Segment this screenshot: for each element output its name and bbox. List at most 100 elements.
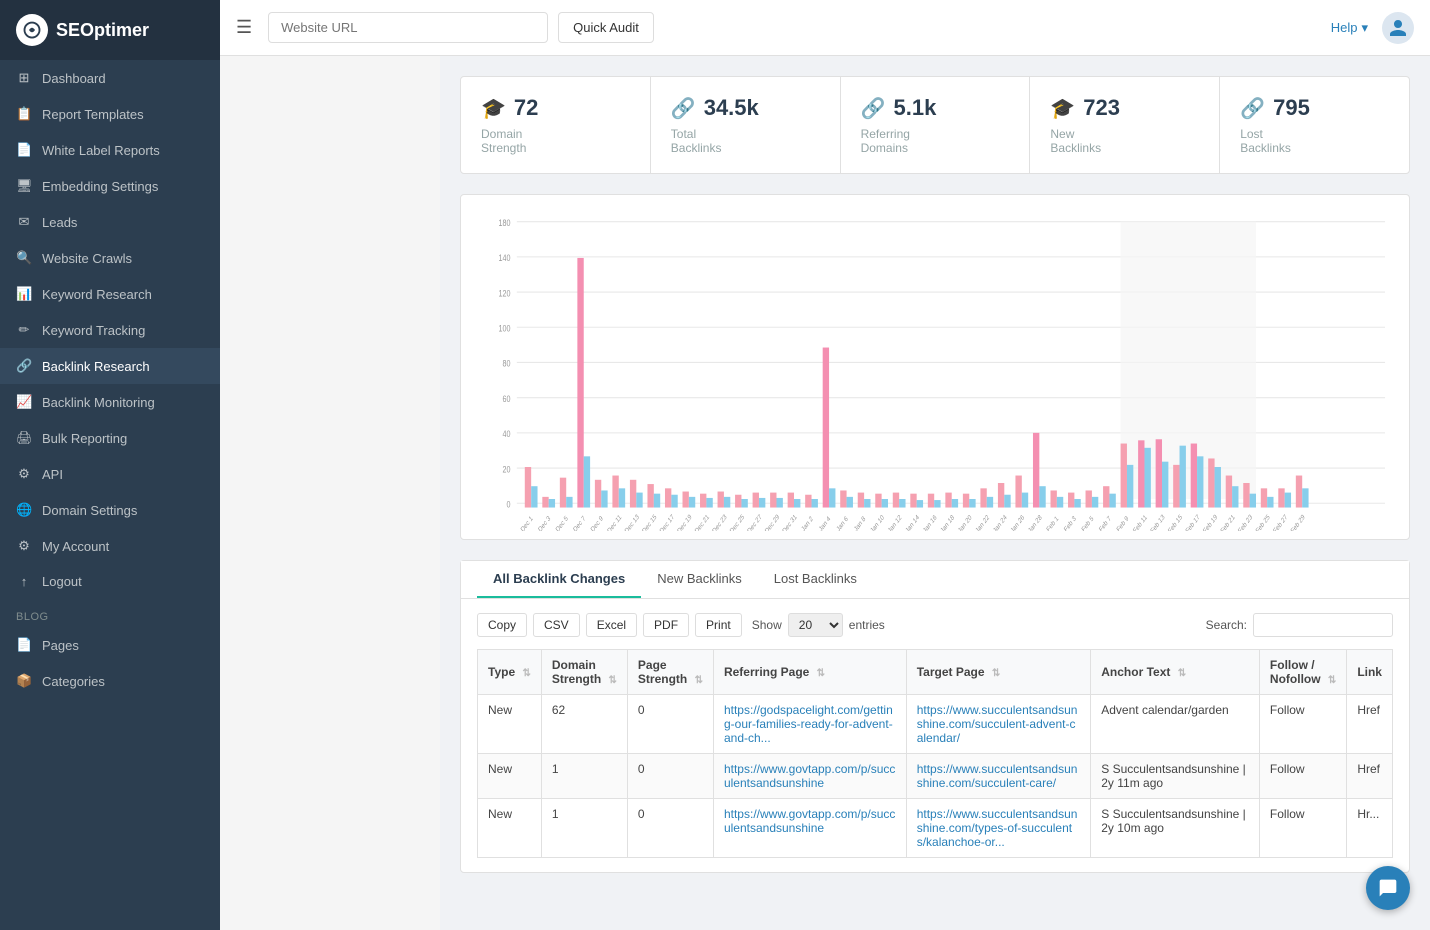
col-follow-nofollow: Follow /Nofollow ⇅ [1259,650,1346,695]
referring-page-link[interactable]: https://www.govtapp.com/p/succulentsands… [724,807,895,835]
svg-text:Dec 31: Dec 31 [782,513,799,531]
quick-audit-button[interactable]: Quick Audit [558,12,654,43]
svg-text:Feb 9: Feb 9 [1116,515,1130,531]
sidebar-item-white-label-reports[interactable]: 📄 White Label Reports [0,132,220,168]
svg-text:40: 40 [502,428,510,439]
tab-new-backlinks[interactable]: New Backlinks [641,561,758,598]
user-avatar[interactable] [1382,12,1414,44]
target-page-link[interactable]: https://www.succulentsandsunshine.com/su… [917,762,1078,790]
svg-text:20: 20 [502,463,510,474]
svg-text:Feb 25: Feb 25 [1255,513,1272,531]
sidebar-item-website-crawls[interactable]: 🔍 Website Crawls [0,240,220,276]
svg-text:Jan 4: Jan 4 [818,515,832,531]
svg-text:Feb 27: Feb 27 [1272,513,1289,531]
blog-section-label: Blog [0,599,220,627]
svg-text:60: 60 [502,393,510,404]
chart-container: 0 20 40 60 80 100 120 140 180 [460,194,1410,540]
sidebar-item-logout[interactable]: ↑ Logout [0,564,220,599]
referring-page-link[interactable]: https://godspacelight.com/getting-our-fa… [724,703,893,745]
csv-button[interactable]: CSV [533,613,580,637]
new-backlinks-label: New Backlinks [1050,127,1199,155]
svg-text:120: 120 [498,287,510,298]
sidebar-item-backlink-research[interactable]: 🔗 Backlink Research [0,348,220,384]
sort-icon[interactable]: ⇅ [522,668,530,679]
svg-text:Jan 28: Jan 28 [1027,513,1043,531]
cell-link: Href [1347,754,1393,799]
tab-all-backlink-changes[interactable]: All Backlink Changes [477,561,641,598]
sidebar-item-keyword-tracking[interactable]: ✏ Keyword Tracking [0,312,220,348]
topbar-right: Help ▾ [1331,12,1414,44]
pdf-button[interactable]: PDF [643,613,689,637]
sidebar-item-label: Domain Settings [42,503,137,518]
col-link: Link [1347,650,1393,695]
svg-text:Feb 21: Feb 21 [1220,513,1237,531]
svg-text:Jan 8: Jan 8 [853,515,867,531]
sidebar-item-label: Pages [42,638,79,653]
stat-lost-backlinks: 🔗 795 Lost Backlinks [1220,77,1409,173]
col-anchor-text: Anchor Text ⇅ [1091,650,1260,695]
sidebar-item-embedding-settings[interactable]: 🖥 Embedding Settings [0,168,220,204]
hamburger-button[interactable]: ☰ [236,17,252,38]
bulk-reporting-icon: 🖨 [16,430,32,446]
logout-icon: ↑ [16,574,32,589]
chat-bubble[interactable] [1366,866,1410,910]
svg-text:80: 80 [502,358,510,369]
svg-text:180: 180 [498,217,510,228]
sidebar-item-keyword-research[interactable]: 📊 Keyword Research [0,276,220,312]
svg-text:Dec 29: Dec 29 [764,513,781,531]
table-controls: Copy CSV Excel PDF Print Show 20 50 100 … [477,613,1393,637]
copy-button[interactable]: Copy [477,613,527,637]
logo-text: SEOptimer [56,20,149,41]
sidebar-item-bulk-reporting[interactable]: 🖨 Bulk Reporting [0,420,220,456]
sidebar-item-leads[interactable]: ✉ Leads [0,204,220,240]
print-button[interactable]: Print [695,613,742,637]
stat-value: 🔗 34.5k [671,95,820,121]
search-input[interactable] [1253,613,1393,637]
sidebar-item-pages[interactable]: 📄 Pages [0,627,220,663]
sort-icon[interactable]: ⇅ [817,668,825,679]
sidebar-item-my-account[interactable]: ⚙ My Account [0,528,220,564]
table-row: New 1 0 https://www.govtapp.com/p/succul… [478,754,1393,799]
white-label-icon: 📄 [16,142,32,158]
sort-icon[interactable]: ⇅ [992,668,1000,679]
website-crawls-icon: 🔍 [16,250,32,266]
sort-icon[interactable]: ⇅ [1328,675,1336,686]
sidebar-item-dashboard[interactable]: ⊞ Dashboard [0,60,220,96]
cell-domain-strength: 1 [541,799,627,858]
stats-row: 🎓 72 Domain Strength 🔗 34.5k Total Backl… [460,76,1410,174]
target-page-link[interactable]: https://www.succulentsandsunshine.com/su… [917,703,1078,745]
sort-icon[interactable]: ⇅ [1178,668,1186,679]
report-templates-icon: 📋 [16,106,32,122]
excel-button[interactable]: Excel [586,613,637,637]
svg-text:Jan 26: Jan 26 [1010,513,1026,531]
keyword-tracking-icon: ✏ [16,322,32,338]
sidebar-item-backlink-monitoring[interactable]: 📈 Backlink Monitoring [0,384,220,420]
sidebar-item-domain-settings[interactable]: 🌐 Domain Settings [0,492,220,528]
sidebar-item-api[interactable]: ⚙ API [0,456,220,492]
svg-text:Dec 15: Dec 15 [641,513,658,531]
sort-icon[interactable]: ⇅ [695,675,703,686]
svg-text:Jan 14: Jan 14 [905,513,921,531]
backlink-research-icon: 🔗 [16,358,32,374]
referring-page-link[interactable]: https://www.govtapp.com/p/succulentsands… [724,762,895,790]
backlink-table-card: All Backlink Changes New Backlinks Lost … [460,560,1410,873]
sidebar-item-categories[interactable]: 📦 Categories [0,663,220,699]
entries-label: entries [849,618,885,632]
entries-select[interactable]: 20 50 100 [788,613,843,637]
sort-icon[interactable]: ⇅ [609,675,617,686]
my-account-icon: ⚙ [16,538,32,554]
sidebar-item-report-templates[interactable]: 📋 Report Templates [0,96,220,132]
url-input[interactable] [268,12,548,43]
referring-domains-label: Referring Domains [861,127,1010,155]
main-content: 🎓 72 Domain Strength 🔗 34.5k Total Backl… [440,56,1430,930]
svg-text:Feb 15: Feb 15 [1167,513,1184,531]
svg-text:Feb 3: Feb 3 [1063,515,1077,531]
svg-text:140: 140 [498,252,510,263]
tab-lost-backlinks[interactable]: Lost Backlinks [758,561,873,598]
svg-text:Jan 22: Jan 22 [975,513,991,531]
target-page-link[interactable]: https://www.succulentsandsunshine.com/ty… [917,807,1078,849]
logo[interactable]: SEOptimer [0,0,220,60]
help-button[interactable]: Help ▾ [1331,20,1368,36]
tab-bar: All Backlink Changes New Backlinks Lost … [461,561,1409,599]
link-icon: 🔗 [671,96,696,121]
